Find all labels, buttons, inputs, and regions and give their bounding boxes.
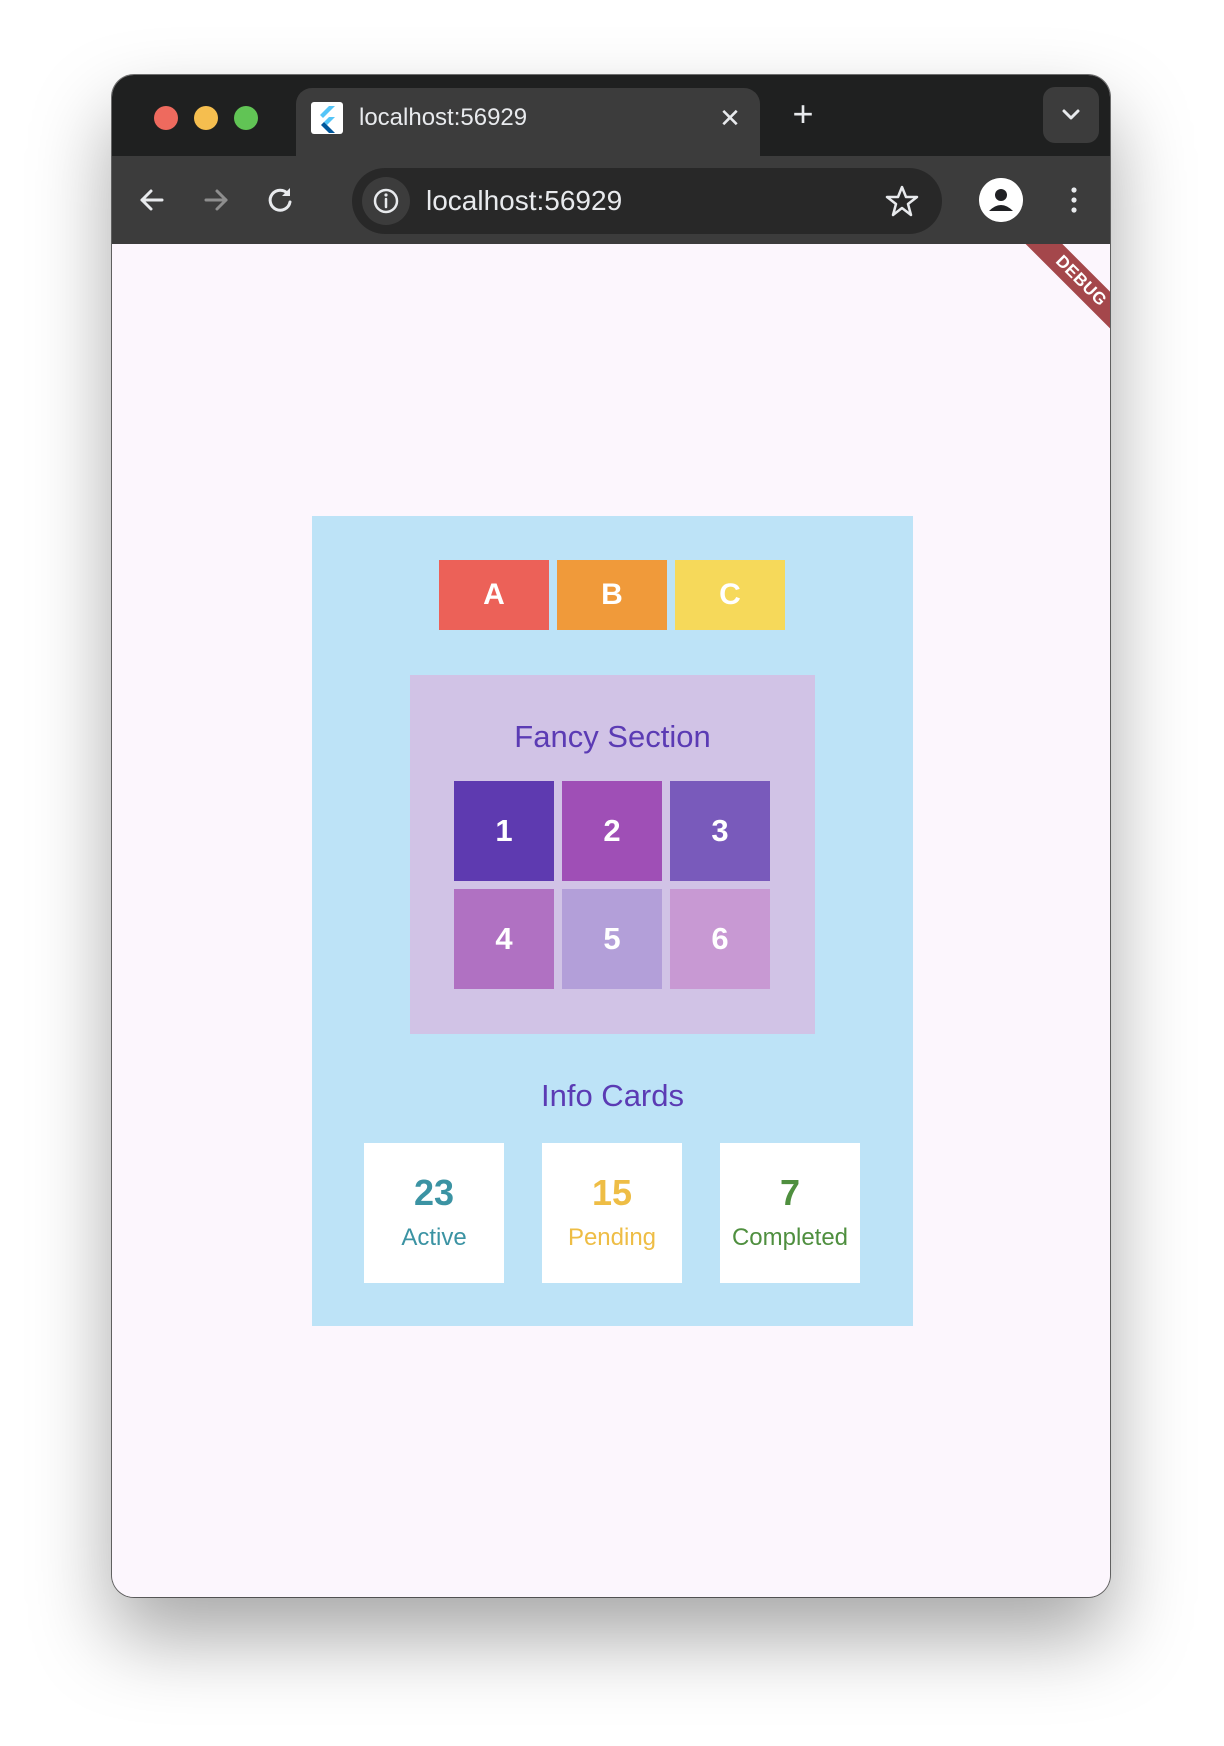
- card-value: 7: [779, 1172, 801, 1213]
- new-tab-button[interactable]: +: [786, 96, 820, 132]
- card-label: Active: [401, 1224, 467, 1251]
- grid-cell-1: 1: [454, 781, 554, 881]
- page-content: DEBUG A B C Fancy Section 1 2 3 4 5 6 In…: [112, 244, 1110, 1597]
- address-bar[interactable]: localhost:56929: [352, 168, 942, 234]
- browser-tab[interactable]: localhost:56929 ✕: [296, 88, 760, 156]
- profile-avatar[interactable]: [979, 178, 1023, 222]
- bookmark-star-icon[interactable]: [884, 183, 920, 219]
- info-card-active: 23 Active: [364, 1143, 504, 1283]
- close-window-button[interactable]: [154, 106, 178, 130]
- tab-strip: localhost:56929 ✕ +: [112, 75, 1110, 156]
- minimize-window-button[interactable]: [194, 106, 218, 130]
- reload-button[interactable]: [258, 178, 302, 222]
- card-value: 15: [591, 1172, 633, 1213]
- card-value: 23: [413, 1172, 455, 1213]
- letter-box-b: B: [557, 560, 667, 630]
- fancy-section: Fancy Section 1 2 3 4 5 6: [410, 675, 815, 1034]
- grid-cell-2: 2: [562, 781, 662, 881]
- letter-box-c: C: [675, 560, 785, 630]
- main-panel: A B C Fancy Section 1 2 3 4 5 6 Info Car…: [312, 516, 913, 1326]
- person-icon: [979, 178, 1023, 222]
- info-icon: [373, 188, 399, 214]
- info-cards-title: Info Cards: [540, 1078, 684, 1113]
- grid-cell-5: 5: [562, 889, 662, 989]
- tab-title: localhost:56929: [359, 104, 528, 131]
- debug-banner: DEBUG: [1011, 244, 1110, 351]
- forward-button[interactable]: [194, 178, 238, 222]
- grid-cell-6: 6: [670, 889, 770, 989]
- more-vertical-icon: [1071, 187, 1077, 213]
- back-button[interactable]: [130, 178, 174, 222]
- grid-cell-3: 3: [670, 781, 770, 881]
- fancy-section-title: Fancy Section: [514, 719, 711, 754]
- info-card-completed: 7 Completed: [720, 1143, 860, 1283]
- maximize-window-button[interactable]: [234, 106, 258, 130]
- browser-menu-button[interactable]: [1052, 178, 1096, 222]
- site-info-button[interactable]: [362, 177, 410, 225]
- letter-box-a: A: [439, 560, 549, 630]
- reload-icon: [268, 188, 292, 212]
- info-card-pending: 15 Pending: [542, 1143, 682, 1283]
- card-label: Pending: [567, 1224, 657, 1251]
- flutter-favicon-icon: [311, 102, 343, 134]
- arrow-right-icon: [204, 189, 228, 211]
- tab-search-button[interactable]: [1043, 87, 1099, 143]
- arrow-left-icon: [140, 189, 164, 211]
- tab-close-icon[interactable]: ✕: [716, 104, 744, 132]
- browser-window: localhost:56929 ✕ + localhost:56929 DEBU…: [112, 75, 1110, 1597]
- grid-cell-4: 4: [454, 889, 554, 989]
- url-text: localhost:56929: [426, 185, 623, 216]
- toolbar: localhost:56929: [112, 156, 1110, 244]
- chevron-down-icon: [1062, 109, 1080, 120]
- card-label: Completed: [731, 1224, 849, 1251]
